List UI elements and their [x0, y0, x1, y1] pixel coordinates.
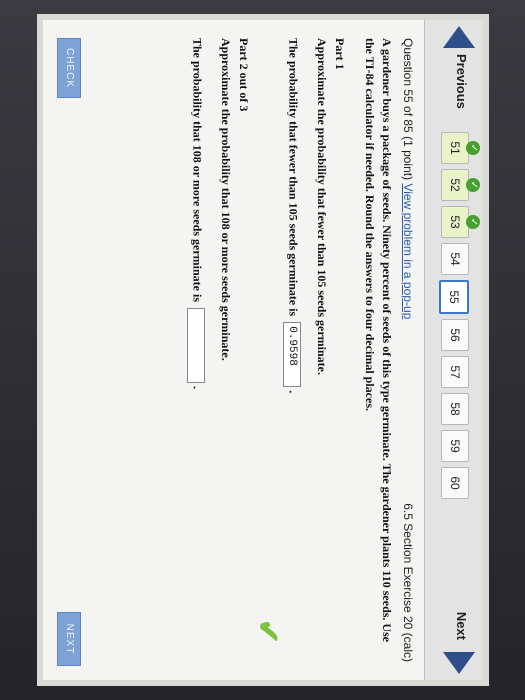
completed-check-icon: ✓ [465, 178, 480, 192]
question-number: Question 55 of 85 (1 point) [400, 38, 415, 181]
page-tab-59[interactable]: 59 [440, 430, 469, 462]
next-page-button[interactable]: Next [454, 612, 469, 640]
page-number: 58 [447, 402, 462, 416]
page-tab-56[interactable]: 56 [440, 319, 469, 351]
next-button[interactable]: NEXT [56, 612, 81, 666]
popup-link[interactable]: View problem in a pop-up [401, 183, 415, 319]
page-number: 53 [447, 215, 462, 229]
page-tab-55[interactable]: 55 [438, 280, 469, 314]
page-tabs: ✓ 51 ✓ 52 ✓ 53 54 55 56 57 58 59 60 [438, 132, 480, 499]
page-number: 57 [447, 365, 462, 379]
previous-arrow-icon[interactable] [442, 26, 475, 48]
part2-answer-field[interactable] [186, 308, 205, 383]
page-number: 60 [447, 476, 462, 490]
part2-prompt: Approximate the probability that 108 or … [218, 38, 233, 361]
part1-answer-lead: The probability that fewer than 105 seed… [285, 38, 300, 317]
page-number: 51 [447, 141, 462, 155]
question-content: Question 55 of 85 (1 point) View problem… [43, 20, 425, 680]
page-tab-58[interactable]: 58 [440, 393, 469, 425]
page-number: 56 [447, 328, 462, 342]
page-tab-51[interactable]: ✓ 51 [440, 132, 480, 164]
page-tab-53[interactable]: ✓ 53 [440, 206, 480, 238]
completed-check-icon: ✓ [465, 215, 480, 229]
part1-answer-trail: . [285, 390, 300, 394]
page-tab-60[interactable]: 60 [440, 467, 469, 499]
page-number: 55 [446, 290, 461, 304]
previous-button[interactable]: Previous [454, 54, 469, 109]
question-header: Question 55 of 85 (1 point) View problem… [401, 38, 415, 319]
page-tab-57[interactable]: 57 [440, 356, 469, 388]
part1-prompt: Approximate the probability that fewer t… [314, 38, 329, 375]
question-navigation-bar: Previous ✓ 51 ✓ 52 ✓ 53 54 55 56 57 58 5… [423, 20, 483, 680]
check-button[interactable]: CHECK [56, 38, 81, 98]
page-tab-52[interactable]: ✓ 52 [440, 169, 480, 201]
part2-answer-lead: The probability that 108 or more seeds g… [189, 38, 204, 302]
section-label: 6.5 Section Exercise 20 (calc) [400, 503, 415, 662]
completed-check-icon: ✓ [465, 141, 480, 155]
page-number: 54 [447, 252, 462, 266]
part1-title: Part 1 [332, 38, 347, 70]
part1-answer-line: The probability that fewer than 105 seed… [282, 38, 301, 394]
homework-screen: Previous ✓ 51 ✓ 52 ✓ 53 54 55 56 57 58 5… [42, 20, 483, 680]
page-number: 52 [447, 178, 462, 192]
page-number: 59 [447, 439, 462, 453]
page-tab-54[interactable]: 54 [440, 243, 469, 275]
problem-statement: A gardener buys a package of seeds. Nine… [362, 38, 394, 643]
photo-backdrop: Previous ✓ 51 ✓ 52 ✓ 53 54 55 56 57 58 5… [0, 0, 525, 700]
part2-title: Part 2 out of 3 [236, 38, 251, 112]
part2-answer-trail: . [189, 386, 204, 389]
part1-answer-field[interactable]: 0.9598 [282, 322, 301, 388]
correct-check-icon: ✔ [250, 618, 284, 644]
next-arrow-icon[interactable] [442, 652, 475, 674]
part2-answer-line: The probability that 108 or more seeds g… [186, 38, 205, 389]
